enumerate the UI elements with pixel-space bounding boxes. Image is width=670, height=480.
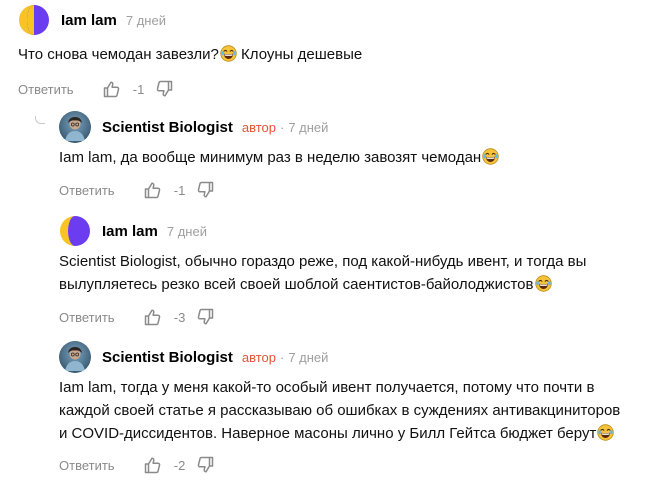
comment-text: Iam lam, да вообще минимум раз в неделю … bbox=[59, 146, 500, 169]
comment-text-line: и COVID-диссидентов. Наверное масоны лич… bbox=[59, 425, 597, 442]
reply-thread-icon bbox=[35, 116, 45, 124]
comment-text-line: Iam lam, да вообще минимум раз в неделю … bbox=[59, 149, 482, 166]
comment-text: Что снова чемодан завезли? Клоуны дешевы… bbox=[18, 43, 362, 66]
comment-header: Iam lam 7 дней bbox=[59, 215, 207, 247]
laughing-emoji-icon bbox=[597, 424, 615, 441]
comment-text: Scientist Biologist, обычно гораздо реже… bbox=[59, 250, 586, 296]
laughing-emoji-icon bbox=[534, 275, 552, 292]
thumbs-up-icon[interactable] bbox=[143, 456, 161, 474]
comment-header: Scientist Biologist автор · 7 дней bbox=[59, 111, 328, 143]
comment-text: Iam lam, тогда у меня какой-то особый ив… bbox=[59, 376, 620, 445]
comment-text-line: вылупляетесь резко всей своей шоблой сае… bbox=[59, 276, 534, 293]
laughing-emoji-icon bbox=[482, 148, 500, 165]
comment-author[interactable]: Iam lam bbox=[61, 12, 117, 29]
reply-button[interactable]: Ответить bbox=[59, 310, 115, 325]
avatar[interactable] bbox=[59, 111, 91, 143]
thumbs-down-icon[interactable] bbox=[197, 308, 215, 326]
vote-score: -1 bbox=[132, 81, 145, 97]
thumbs-down-icon[interactable] bbox=[197, 181, 215, 199]
comment-time: 7 дней bbox=[288, 349, 329, 365]
comment-time: 7 дней bbox=[288, 119, 329, 135]
meta-separator: · bbox=[279, 119, 285, 135]
comment-text-tail: Клоуны дешевые bbox=[236, 46, 363, 63]
avatar[interactable] bbox=[18, 4, 50, 36]
comment-header: Scientist Biologist автор · 7 дней bbox=[59, 341, 328, 373]
comment-actions: Ответить -3 bbox=[59, 305, 215, 329]
meta-separator: · bbox=[279, 349, 285, 365]
comment-time: 7 дней bbox=[166, 223, 207, 239]
thumbs-up-icon[interactable] bbox=[143, 308, 161, 326]
author-badge: автор bbox=[241, 119, 276, 135]
thumbs-down-icon[interactable] bbox=[156, 80, 174, 98]
avatar[interactable] bbox=[59, 341, 91, 373]
comment-author[interactable]: Scientist Biologist bbox=[102, 349, 233, 366]
author-badge: автор bbox=[241, 349, 276, 365]
comment-actions: Ответить -1 bbox=[59, 178, 215, 202]
comment-header: Iam lam 7 дней bbox=[18, 4, 166, 36]
comment-actions: Ответить -2 bbox=[59, 453, 215, 477]
vote-score: -2 bbox=[173, 457, 186, 473]
reply-button[interactable]: Ответить bbox=[59, 458, 115, 473]
avatar[interactable] bbox=[59, 215, 91, 247]
comment-text-line: каждой своей статье я рассказываю об оши… bbox=[59, 402, 621, 419]
reply-button[interactable]: Ответить bbox=[59, 183, 115, 198]
thumbs-up-icon[interactable] bbox=[143, 181, 161, 199]
thumbs-up-icon[interactable] bbox=[102, 80, 120, 98]
reply-button[interactable]: Ответить bbox=[18, 82, 74, 97]
vote-score: -1 bbox=[173, 182, 186, 198]
comment-text-line: Iam lam, тогда у меня какой-то особый ив… bbox=[59, 379, 595, 396]
vote-score: -3 bbox=[173, 309, 186, 325]
comment-text-line: Scientist Biologist, обычно гораздо реже… bbox=[59, 253, 587, 270]
laughing-emoji-icon bbox=[220, 45, 237, 62]
comment-time: 7 дней bbox=[125, 12, 166, 28]
comment-actions: Ответить -1 bbox=[18, 77, 174, 101]
comment-author[interactable]: Scientist Biologist bbox=[102, 119, 233, 136]
thumbs-down-icon[interactable] bbox=[197, 456, 215, 474]
comment-author[interactable]: Iam lam bbox=[102, 223, 158, 240]
comment-text-line: Что снова чемодан завезли? bbox=[18, 46, 219, 63]
